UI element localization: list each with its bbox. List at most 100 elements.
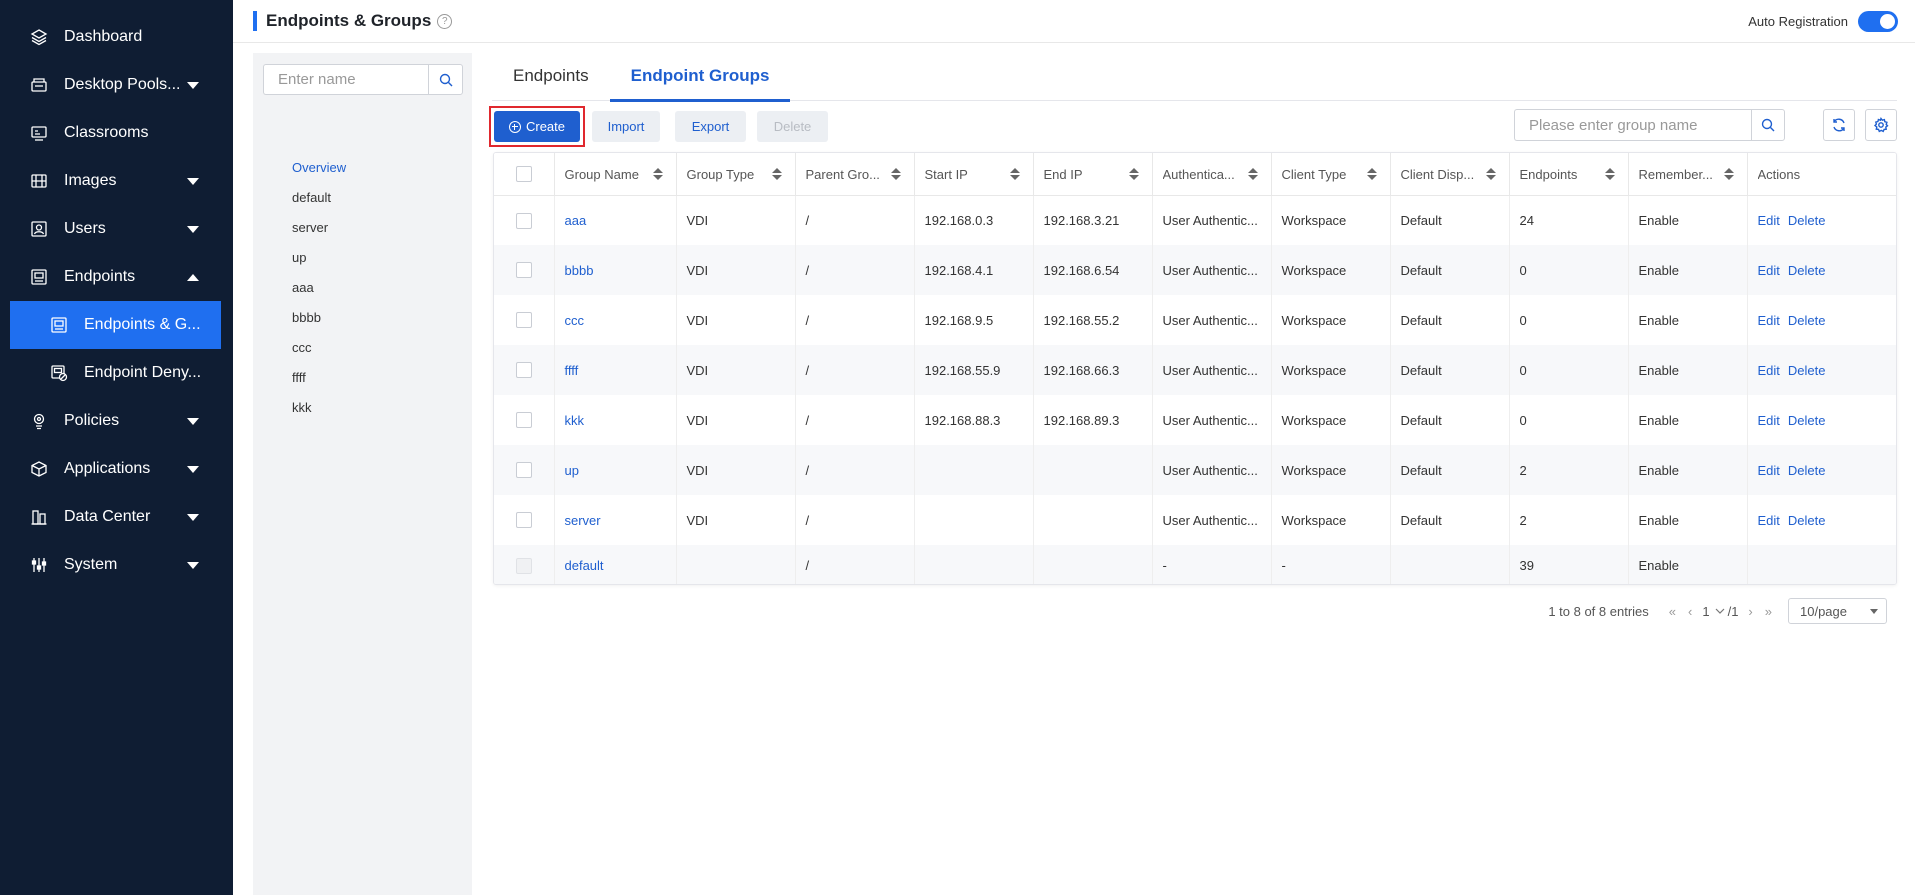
nav-images[interactable]: Images: [0, 157, 233, 205]
sort-icon[interactable]: [1009, 167, 1020, 180]
delete-link[interactable]: Delete: [1788, 413, 1826, 428]
cell-group-type: VDI: [676, 445, 796, 495]
help-icon[interactable]: ?: [437, 13, 453, 29]
first-page-icon[interactable]: «: [1669, 604, 1676, 619]
tree-item-default[interactable]: default: [292, 186, 346, 216]
group-name-link[interactable]: server: [565, 513, 601, 528]
tree-item-ffff[interactable]: ffff: [292, 366, 346, 396]
group-name-link[interactable]: aaa: [565, 213, 587, 228]
nav-label: Dashboard: [64, 28, 143, 45]
nav-classrooms[interactable]: Classrooms: [0, 109, 233, 157]
row-checkbox[interactable]: [515, 212, 532, 229]
edit-link[interactable]: Edit: [1758, 463, 1780, 478]
delete-button[interactable]: Delete: [757, 111, 828, 142]
refresh-button[interactable]: [1823, 109, 1855, 141]
nav-endpoints-and-groups[interactable]: Endpoints & G...: [10, 301, 221, 349]
tree-item-overview[interactable]: Overview: [292, 156, 346, 186]
nav-endpoints[interactable]: Endpoints: [0, 253, 233, 301]
col-group-type[interactable]: Group Type: [676, 153, 796, 196]
col-remember[interactable]: Remember...: [1628, 153, 1748, 196]
chevron-down-icon: [1715, 608, 1725, 614]
group-name-link[interactable]: bbbb: [565, 263, 594, 278]
col-client-display[interactable]: Client Disp...: [1390, 153, 1510, 196]
col-group-name[interactable]: Group Name: [554, 153, 677, 196]
group-name-link[interactable]: ffff: [565, 363, 579, 378]
row-checkbox[interactable]: [515, 512, 532, 529]
nav-system[interactable]: System: [0, 541, 233, 589]
tab-endpoints[interactable]: Endpoints: [492, 58, 610, 101]
sort-icon[interactable]: [890, 167, 901, 180]
chevron-down-icon: [187, 178, 199, 185]
tree-search-input[interactable]: [263, 64, 428, 95]
delete-link[interactable]: Delete: [1788, 463, 1826, 478]
tree-item-server[interactable]: server: [292, 216, 346, 246]
tab-endpoint-groups[interactable]: Endpoint Groups: [609, 58, 791, 102]
table-row: kkk VDI / 192.168.88.3 192.168.89.3 User…: [494, 395, 1896, 445]
sort-icon[interactable]: [652, 167, 663, 180]
sort-icon[interactable]: [771, 167, 782, 180]
col-start-ip[interactable]: Start IP: [914, 153, 1034, 196]
group-name-link[interactable]: ccc: [565, 313, 585, 328]
tree-item-bbbb[interactable]: bbbb: [292, 306, 346, 336]
prev-page-icon[interactable]: ‹: [1688, 604, 1692, 619]
nav-dashboard[interactable]: Dashboard: [0, 13, 233, 61]
layers-icon: [30, 28, 48, 46]
row-checkbox[interactable]: [515, 462, 532, 479]
sort-icon[interactable]: [1723, 167, 1734, 180]
col-parent-group[interactable]: Parent Gro...: [795, 153, 915, 196]
cell-client-type: Workspace: [1271, 245, 1391, 295]
delete-link[interactable]: Delete: [1788, 363, 1826, 378]
row-checkbox[interactable]: [515, 362, 532, 379]
create-button[interactable]: Create: [494, 111, 580, 142]
delete-link[interactable]: Delete: [1788, 313, 1826, 328]
settings-button[interactable]: [1865, 109, 1897, 141]
select-all-checkbox[interactable]: [515, 166, 532, 183]
col-client-type[interactable]: Client Type: [1271, 153, 1391, 196]
nav-desktop-pools[interactable]: Desktop Pools...: [0, 61, 233, 109]
row-checkbox[interactable]: [515, 412, 532, 429]
last-page-icon[interactable]: »: [1765, 604, 1772, 619]
group-name-link[interactable]: default: [565, 558, 604, 573]
delete-link[interactable]: Delete: [1788, 513, 1826, 528]
group-search-input[interactable]: [1514, 109, 1751, 141]
group-name-link[interactable]: up: [565, 463, 579, 478]
next-page-icon[interactable]: ›: [1748, 604, 1752, 619]
sort-icon[interactable]: [1604, 167, 1615, 180]
edit-link[interactable]: Edit: [1758, 313, 1780, 328]
delete-link[interactable]: Delete: [1788, 213, 1826, 228]
sort-icon[interactable]: [1128, 167, 1139, 180]
export-button[interactable]: Export: [675, 111, 746, 142]
tree-item-up[interactable]: up: [292, 246, 346, 276]
group-search-button[interactable]: [1751, 109, 1785, 141]
auto-registration-toggle[interactable]: [1858, 11, 1898, 32]
page-selector[interactable]: 1 /1: [1702, 604, 1738, 619]
nav-applications[interactable]: Applications: [0, 445, 233, 493]
col-end-ip[interactable]: End IP: [1033, 153, 1153, 196]
page-size-select[interactable]: 10/page: [1788, 598, 1887, 624]
nav-policies[interactable]: Policies: [0, 397, 233, 445]
edit-link[interactable]: Edit: [1758, 363, 1780, 378]
tree-search-button[interactable]: [428, 64, 463, 95]
col-authentication[interactable]: Authentica...: [1152, 153, 1272, 196]
sort-icon[interactable]: [1485, 167, 1496, 180]
edit-link[interactable]: Edit: [1758, 213, 1780, 228]
tree-item-kkk[interactable]: kkk: [292, 396, 346, 426]
delete-link[interactable]: Delete: [1788, 263, 1826, 278]
sort-icon[interactable]: [1247, 167, 1258, 180]
row-checkbox[interactable]: [515, 262, 532, 279]
row-checkbox[interactable]: [515, 312, 532, 329]
sort-icon[interactable]: [1366, 167, 1377, 180]
tree-item-aaa[interactable]: aaa: [292, 276, 346, 306]
nav-users[interactable]: Users: [0, 205, 233, 253]
edit-link[interactable]: Edit: [1758, 513, 1780, 528]
cell-client-type: Workspace: [1271, 195, 1391, 245]
col-endpoints[interactable]: Endpoints: [1509, 153, 1629, 196]
import-button[interactable]: Import: [592, 111, 660, 142]
group-name-link[interactable]: kkk: [565, 413, 585, 428]
row-checkbox-cell: [494, 545, 555, 584]
edit-link[interactable]: Edit: [1758, 413, 1780, 428]
nav-data-center[interactable]: Data Center: [0, 493, 233, 541]
tree-item-ccc[interactable]: ccc: [292, 336, 346, 366]
edit-link[interactable]: Edit: [1758, 263, 1780, 278]
nav-endpoint-deny[interactable]: Endpoint Deny...: [0, 349, 233, 397]
